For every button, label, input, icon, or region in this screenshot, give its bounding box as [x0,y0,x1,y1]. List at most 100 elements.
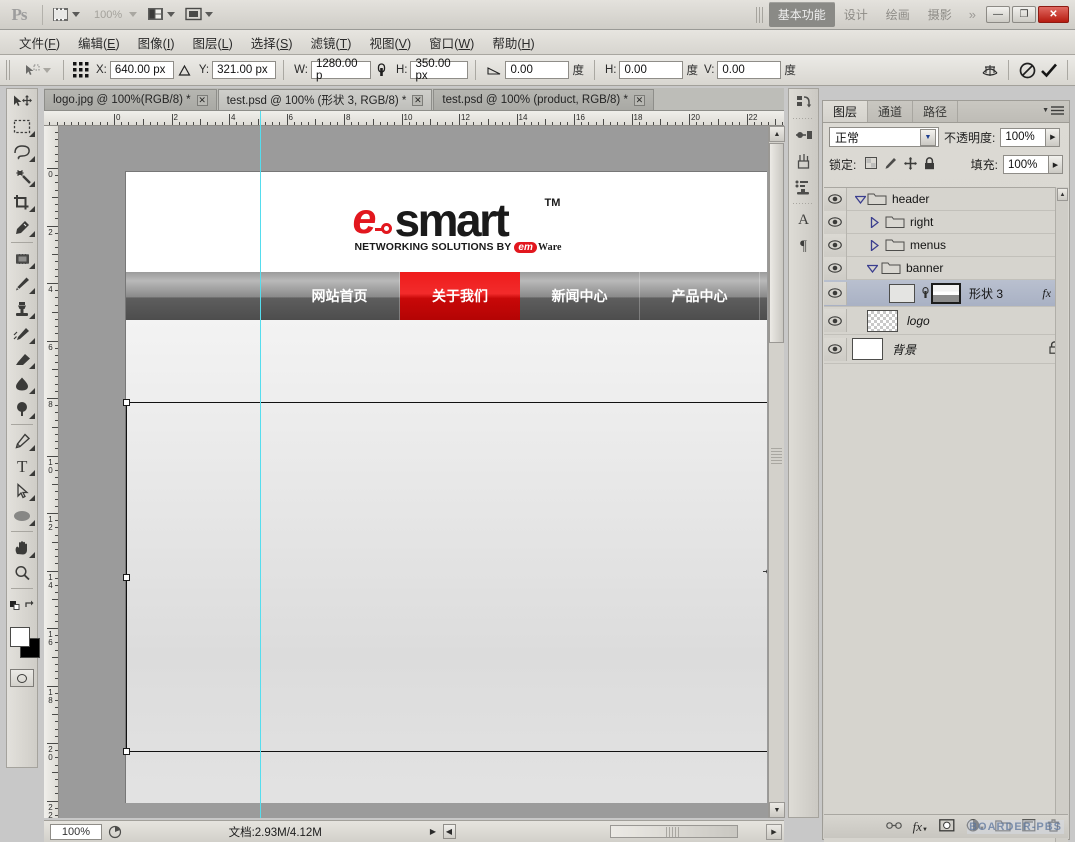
eraser-tool[interactable] [7,346,37,371]
visibility-toggle-icon[interactable] [824,281,847,305]
relative-position-icon[interactable] [174,59,196,81]
add-mask-icon[interactable] [939,818,955,835]
vertical-ruler[interactable]: 0 2 4 6 8 10 12 14 16 18 20 22 [44,126,59,818]
layer-name[interactable]: header [892,192,929,206]
status-prev-button[interactable]: ◀ [442,824,456,839]
document-tab-logo[interactable]: logo.jpg @ 100%(RGB/8) * ✕ [44,89,217,110]
layer-row-banner[interactable]: banner [824,256,1068,280]
menu-help[interactable]: 帮助(H) [483,30,543,55]
layer-thumbnail[interactable] [889,283,915,303]
document-canvas[interactable]: e smart TM NETWORKING SOLUTIONS BY em War… [123,172,767,803]
layer-name[interactable]: 形状 3 [969,285,1003,302]
gradient-tool[interactable] [7,371,37,396]
x-input[interactable]: 640.00 px [109,61,174,79]
layer-list[interactable]: header right menus banner 形状 3 fx logo 背… [824,187,1068,842]
workspace-tab-design[interactable]: 设计 [835,2,877,27]
nav-item-home[interactable]: 网站首页 [280,272,400,320]
skew-v-input[interactable]: 0.00 [717,61,782,79]
warp-icon[interactable] [979,59,1001,81]
path-selection-tool[interactable] [7,478,37,503]
close-button[interactable]: ✕ [1038,6,1069,23]
color-mode-shortcuts[interactable] [7,592,37,617]
layer-row-header[interactable]: header [824,188,1068,211]
layer-name[interactable]: right [910,215,933,229]
canvas-viewport[interactable]: e smart TM NETWORKING SOLUTIONS BY em War… [60,127,767,803]
visibility-toggle-icon[interactable] [824,309,847,332]
scroll-up-button[interactable]: ▲ [769,126,785,142]
layer-row-menus[interactable]: menus [824,233,1068,257]
skew-h-input[interactable]: 0.00 [619,61,684,79]
layer-row-shape-3[interactable]: 形状 3 fx ▼ [824,280,1068,307]
bridge-button[interactable] [47,4,85,26]
quick-mask-toggle[interactable] [10,669,34,687]
scroll-down-button[interactable]: ▼ [769,802,785,818]
chevron-down-icon[interactable] [72,12,80,17]
visibility-toggle-icon[interactable] [824,210,847,234]
active-tool-button[interactable] [18,59,56,81]
clone-source-icon[interactable] [789,174,818,200]
workspace-tab-painting[interactable]: 绘画 [877,2,919,27]
tab-channels[interactable]: 通道 [868,101,914,122]
layer-name[interactable]: banner [906,261,943,275]
layer-name[interactable]: logo [907,314,930,328]
maximize-button[interactable]: ❐ [1012,6,1036,23]
pen-tool[interactable] [7,428,37,453]
hand-tool[interactable] [7,535,37,560]
crop-tool[interactable] [7,189,37,214]
fill-stepper[interactable]: ▶ [1049,155,1063,174]
tab-paths[interactable]: 路径 [913,101,959,122]
brush-preset-icon[interactable] [789,148,818,174]
layer-name[interactable]: menus [910,238,946,252]
minimize-button[interactable]: — [986,6,1010,23]
document-tab-test-shape[interactable]: test.psd @ 100% (形状 3, RGB/8) * ✕ [217,89,433,110]
workspace-tab-essentials[interactable]: 基本功能 [768,2,835,27]
canvas-horizontal-scrollbar[interactable] [456,825,767,838]
visibility-toggle-icon[interactable] [824,233,847,257]
menu-view[interactable]: 视图(V) [360,30,420,55]
lock-transparency-icon[interactable] [865,157,878,172]
adjustments-icon[interactable] [789,122,818,148]
cancel-transform-icon[interactable] [1016,59,1038,81]
add-style-icon[interactable]: fx▼ [913,819,928,835]
menu-select[interactable]: 选择(S) [242,30,302,55]
zoom-tool[interactable] [7,560,37,585]
brush-tool[interactable] [7,271,37,296]
paragraph-icon[interactable]: ¶ [789,233,818,259]
layer-row-right[interactable]: right [824,210,1068,234]
drag-grip[interactable] [6,60,12,80]
history-icon[interactable] [789,89,818,115]
color-swatches[interactable] [7,621,40,667]
link-layers-icon[interactable] [885,820,902,834]
close-icon[interactable]: ✕ [633,94,645,106]
zoom-field[interactable]: 100% [50,823,102,840]
visibility-toggle-icon[interactable] [824,188,847,211]
transform-reference-point[interactable] [763,566,767,577]
visibility-toggle-icon[interactable] [824,256,847,280]
arrange-documents-button[interactable] [142,4,180,26]
fill-input[interactable]: 100% [1003,155,1049,174]
height-input[interactable]: 350.00 px [410,58,469,82]
layer-name[interactable]: 背景 [892,341,916,358]
lock-paint-icon[interactable] [884,157,897,172]
opacity-input[interactable]: 100% [1000,127,1047,147]
layer-thumbnail[interactable] [867,309,898,332]
tab-layers[interactable]: 图层 [823,101,869,122]
workspace-tab-photography[interactable]: 摄影 [919,2,961,27]
chevron-down-icon[interactable] [167,12,176,17]
layer-row-background[interactable]: 背景 [824,335,1068,364]
width-input[interactable]: 1280.00 p [310,58,371,82]
eyedropper-tool[interactable] [7,214,37,239]
lock-position-icon[interactable] [904,156,918,173]
magic-wand-tool[interactable] [7,164,37,189]
layers-scrollbar[interactable]: ▲ ▼ [1055,187,1068,842]
commit-transform-icon[interactable] [1038,59,1060,81]
close-icon[interactable]: ✕ [412,94,424,106]
vector-mask-thumbnail[interactable] [931,282,961,304]
vertical-guide[interactable] [260,111,261,818]
status-next-button[interactable]: ▶ [427,824,440,839]
scroll-thumb[interactable] [769,143,784,343]
mask-link-icon[interactable] [919,287,931,299]
shape-tool[interactable] [7,503,37,528]
lock-all-icon[interactable] [924,156,935,173]
chevron-down-icon[interactable] [205,12,214,17]
